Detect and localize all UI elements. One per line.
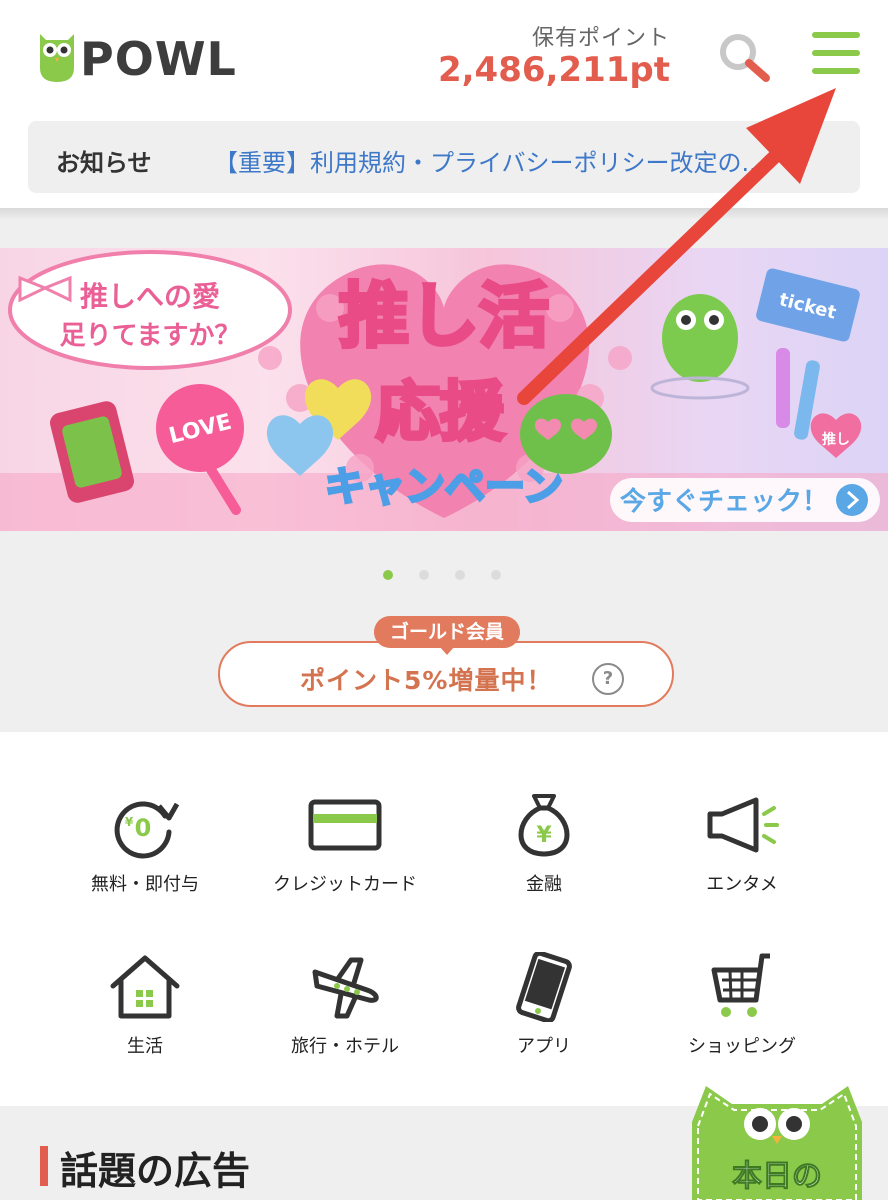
money-bag-icon: ¥: [518, 794, 570, 857]
category-label: 金融: [526, 874, 562, 895]
bubble-line2: 足りてますか？: [60, 321, 241, 351]
daily-mission-owl-button[interactable]: 本日の: [682, 1082, 872, 1200]
gold-badge-tail: [439, 646, 455, 655]
hamburger-menu-button[interactable]: [812, 32, 860, 80]
category-label: ショッピング: [688, 1036, 796, 1057]
carousel-dots: [383, 565, 527, 584]
banner-title-line3: キャンペーン: [325, 464, 563, 510]
menu-line-icon: [812, 68, 860, 74]
bubble-line1: 推しへの愛: [80, 280, 220, 313]
category-credit-card[interactable]: クレジットカード: [245, 790, 445, 896]
carousel-dot[interactable]: [455, 570, 465, 580]
category-label: 旅行・ホテル: [291, 1036, 399, 1057]
owl-logo-icon: [40, 34, 74, 82]
logo-text: POWL: [80, 32, 237, 86]
gold-bonus-text: ポイント5%増量中！: [300, 666, 553, 695]
search-icon: [720, 34, 770, 82]
category-label: エンタメ: [706, 874, 778, 895]
category-apps[interactable]: アプリ: [444, 952, 644, 1058]
svg-text:0: 0: [135, 814, 152, 842]
mascot-text: 本日の: [732, 1159, 822, 1194]
section-title: 話題の広告: [60, 1149, 251, 1193]
house-icon: [110, 955, 180, 1019]
credit-card-icon: [308, 799, 382, 851]
smartphone-icon: [516, 952, 572, 1022]
category-living[interactable]: 生活: [45, 952, 245, 1058]
carousel-dot[interactable]: [419, 570, 429, 580]
carousel-dot[interactable]: [383, 570, 393, 580]
category-shopping[interactable]: ショッピング: [642, 952, 842, 1058]
menu-line-icon: [812, 32, 860, 38]
megaphone-icon: [707, 797, 779, 853]
category-label: クレジットカード: [273, 874, 417, 895]
notice-label: お知らせ: [56, 149, 152, 177]
section-title-accent: [40, 1146, 48, 1186]
svg-text:¥: ¥: [125, 815, 134, 829]
airplane-icon: [312, 957, 379, 1019]
banner-cta: 今すぐチェック！: [620, 486, 828, 517]
annotation-arrow-icon: [517, 88, 836, 405]
search-button[interactable]: [716, 30, 772, 86]
category-finance[interactable]: ¥ 金融: [444, 790, 644, 896]
carousel-dot[interactable]: [491, 570, 501, 580]
help-icon[interactable]: ?: [592, 663, 624, 695]
category-entertainment[interactable]: エンタメ: [642, 790, 842, 896]
category-travel-hotel[interactable]: 旅行・ホテル: [245, 952, 445, 1058]
category-label: 生活: [127, 1036, 163, 1057]
category-label: 無料・即付与: [91, 874, 199, 895]
oshi-heart-text: 推し: [822, 431, 850, 448]
powl-logo[interactable]: POWL: [36, 28, 236, 88]
gold-member-badge: ゴールド会員: [374, 616, 520, 648]
banner-title-line2: 応援: [376, 376, 505, 450]
points-label: 保有ポイント: [531, 26, 670, 51]
category-free-instant[interactable]: 0 ¥ 無料・即付与: [45, 790, 245, 896]
svg-text:¥: ¥: [536, 823, 552, 848]
menu-line-icon: [812, 50, 860, 56]
yen-zero-icon: 0 ¥: [114, 801, 180, 859]
shopping-cart-icon: [711, 953, 770, 1017]
category-label: アプリ: [517, 1036, 571, 1057]
